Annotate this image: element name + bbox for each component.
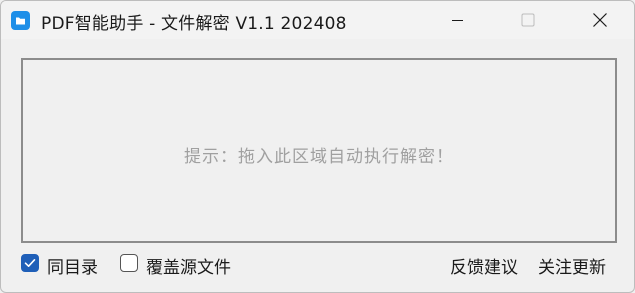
drop-hint: 提示：拖入此区域自动执行解密！ <box>184 147 454 167</box>
close-button[interactable] <box>577 1 623 39</box>
maximize-button[interactable] <box>504 1 550 39</box>
overwrite-source-checkbox[interactable] <box>120 254 138 272</box>
feedback-link[interactable]: 反馈建议 <box>450 253 518 278</box>
drop-zone[interactable]: 提示：拖入此区域自动执行解密！ <box>21 58 617 243</box>
folder-icon <box>11 11 30 30</box>
same-dir-checkbox[interactable] <box>21 254 39 272</box>
checkmark-icon <box>24 259 36 267</box>
minimize-icon <box>452 20 463 21</box>
title-bar[interactable]: PDF智能助手 - 文件解密 V1.1 202408 <box>1 1 634 39</box>
minimize-button[interactable] <box>434 1 480 39</box>
maximize-icon <box>521 13 535 27</box>
overwrite-source-label[interactable]: 覆盖源文件 <box>146 253 231 278</box>
app-window: PDF智能助手 - 文件解密 V1.1 202408 提示：拖入此区域自动执行解… <box>0 0 635 293</box>
follow-updates-link[interactable]: 关注更新 <box>538 253 606 278</box>
window-title: PDF智能助手 - 文件解密 V1.1 202408 <box>41 14 347 34</box>
same-dir-label[interactable]: 同目录 <box>47 253 98 278</box>
close-icon <box>593 13 607 27</box>
